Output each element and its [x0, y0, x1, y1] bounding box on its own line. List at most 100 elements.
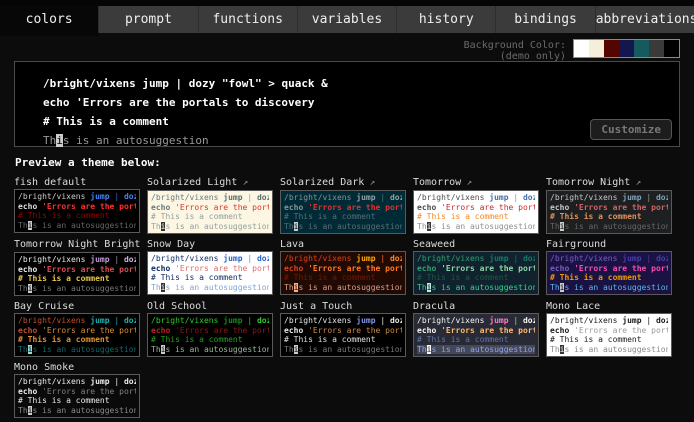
preview-echo-line: echo 'Errors are the portals to discover…	[18, 265, 136, 275]
preview-command-line: /bright/vixens jump | dozy "fowl" > quac…	[550, 316, 668, 326]
preview-echo-line: echo 'Errors are the portals to discover…	[284, 264, 402, 274]
theme-card-mono-lace[interactable]: Mono Lace/bright/vixens jump | dozy "fow…	[546, 300, 672, 357]
preview-command-line: /bright/vixens jump | dozy "fowl" > quac…	[151, 193, 269, 203]
theme-preview: /bright/vixens jump | dozy "fowl" > quac…	[280, 251, 406, 295]
preview-autosuggestion-line: This is an autosuggestion	[151, 222, 269, 232]
preview-autosuggestion-line: This is an autosuggestion	[284, 222, 402, 232]
theme-card-tomorrow-night[interactable]: Tomorrow Night ↗ /bright/vixens jump | do…	[546, 176, 672, 234]
preview-comment-line: # This is a comment	[417, 273, 535, 283]
external-link-icon[interactable]: ↗	[630, 178, 641, 188]
preview-command-line: /bright/vixens jump | dozy "fowl" > quac…	[151, 316, 269, 326]
preview-autosuggestion-line: This is an autosuggestion	[18, 284, 136, 294]
preview-echo-line: echo 'Errors are the portals to discover…	[151, 203, 269, 213]
sample-comment-line: # This is a comment	[43, 112, 679, 131]
theme-title: Snow Day	[147, 238, 273, 251]
background-swatch-charcoal[interactable]	[649, 40, 664, 57]
theme-title: Dracula	[413, 300, 539, 313]
theme-card-tomorrow[interactable]: Tomorrow ↗ /bright/vixens jump | dozy "fo…	[413, 176, 539, 234]
preview-echo-line: echo 'Errors are the portals to discover…	[18, 387, 136, 397]
preview-comment-line: # This is a comment	[417, 212, 535, 222]
preview-echo-line: echo 'Errors are the portals to discover…	[18, 326, 136, 336]
preview-echo-line: echo 'Errors are the portals to discover…	[18, 202, 136, 212]
preview-autosuggestion-line: This is an autosuggestion	[284, 283, 402, 293]
tab-functions[interactable]: functions	[199, 6, 298, 33]
theme-title: Just a Touch	[280, 300, 406, 313]
preview-echo-line: echo 'Errors are the portals to discover…	[550, 264, 668, 274]
preview-comment-line: # This is a comment	[18, 396, 136, 406]
preview-command-line: /bright/vixens jump | dozy "fowl" > quac…	[550, 193, 668, 203]
theme-card-solarized-light[interactable]: Solarized Light ↗/bright/vixens jump | d…	[147, 176, 273, 234]
theme-preview: /bright/vixens jump | dozy "fowl" > quac…	[14, 252, 140, 296]
theme-card-old-school[interactable]: Old School/bright/vixens jump | dozy "fo…	[147, 300, 273, 357]
theme-card-just-a-touch[interactable]: Just a Touch/bright/vixens jump | dozy "…	[280, 300, 406, 357]
tab-prompt[interactable]: prompt	[99, 6, 198, 33]
background-swatch-white[interactable]	[574, 40, 589, 57]
theme-title: Tomorrow Night ↗	[546, 176, 672, 190]
tab-variables[interactable]: variables	[298, 6, 397, 33]
theme-card-bay-cruise[interactable]: Bay Cruise/bright/vixens jump | dozy "fo…	[14, 300, 140, 357]
text-cursor: i	[56, 134, 63, 147]
background-swatch-black[interactable]	[664, 40, 679, 57]
preview-comment-line: # This is a comment	[284, 273, 402, 283]
preview-command-line: /bright/vixens jump | dozy "fowl" > quac…	[284, 254, 402, 264]
preview-autosuggestion-line: This is an autosuggestion	[151, 283, 269, 293]
theme-card-mono-smoke[interactable]: Mono Smoke/bright/vixens jump | dozy "fo…	[14, 361, 140, 418]
theme-preview: /bright/vixens jump | dozy "fowl" > quac…	[147, 190, 273, 234]
theme-card-dracula[interactable]: Dracula/bright/vixens jump | dozy "fowl"…	[413, 300, 539, 357]
theme-preview: /bright/vixens jump | dozy "fowl" > quac…	[413, 251, 539, 295]
theme-card-seaweed[interactable]: Seaweed/bright/vixens jump | dozy "fowl"…	[413, 238, 539, 296]
background-color-label: Background Color: (demo only)	[464, 39, 566, 62]
preview-echo-line: echo 'Errors are the portals to discover…	[151, 326, 269, 336]
theme-card-solarized-dark[interactable]: Solarized Dark ↗ /bright/vixens jump | do…	[280, 176, 406, 234]
theme-card-fish-default[interactable]: fish default/bright/vixens jump | dozy "…	[14, 176, 140, 234]
external-link-icon[interactable]: ↗	[364, 178, 375, 188]
colors-panel: Background Color: (demo only) /bright/vi…	[0, 33, 694, 422]
preview-comment-line: # This is a comment	[18, 274, 136, 284]
tab-bindings[interactable]: bindings	[496, 6, 595, 33]
external-link-icon[interactable]: ↗	[461, 178, 472, 188]
preview-command-line: /bright/vixens jump | dozy "fowl" > quac…	[18, 316, 136, 326]
preview-comment-line: # This is a comment	[18, 211, 136, 221]
tab-abbreviations[interactable]: abbreviations	[596, 6, 694, 33]
background-swatch-cream[interactable]	[589, 40, 604, 57]
theme-title: Mono Smoke	[14, 361, 140, 374]
theme-card-tomorrow-night-bright[interactable]: Tomorrow Night Bright ↗/bright/vixens ju…	[14, 238, 140, 296]
customize-button[interactable]: Customize	[590, 119, 672, 140]
external-link-icon[interactable]: ↗	[237, 178, 248, 188]
tab-colors[interactable]: colors	[0, 6, 99, 33]
preview-comment-line: # This is a comment	[284, 212, 402, 222]
theme-preview: /bright/vixens jump | dozy "fowl" > quac…	[14, 189, 140, 233]
background-swatch-teal[interactable]	[634, 40, 649, 57]
preview-command-line: /bright/vixens jump | dozy "fowl" > quac…	[417, 193, 535, 203]
theme-title: fish default	[14, 176, 140, 189]
theme-card-lava[interactable]: Lava/bright/vixens jump | dozy "fowl" > …	[280, 238, 406, 296]
theme-preview: /bright/vixens jump | dozy "fowl" > quac…	[413, 190, 539, 234]
theme-preview: /bright/vixens jump | dozy "fowl" > quac…	[14, 374, 140, 418]
theme-title: Solarized Dark ↗	[280, 176, 406, 190]
preview-echo-line: echo 'Errors are the portals to discover…	[417, 203, 535, 213]
theme-preview: /bright/vixens jump | dozy "fowl" > quac…	[280, 313, 406, 357]
preview-autosuggestion-line: This is an autosuggestion	[18, 345, 136, 355]
preview-comment-line: # This is a comment	[151, 212, 269, 222]
theme-title: Tomorrow ↗	[413, 176, 539, 190]
preview-command-line: /bright/vixens jump | dozy "fowl" > quac…	[417, 254, 535, 264]
preview-command-line: /bright/vixens jump | dozy "fowl" > quac…	[151, 254, 269, 264]
preview-echo-line: echo 'Errors are the portals to discover…	[417, 264, 535, 274]
theme-preview: /bright/vixens jump | dozy "fowl" > quac…	[14, 313, 140, 357]
tab-history[interactable]: history	[397, 6, 496, 33]
preview-autosuggestion-line: This is an autosuggestion	[550, 283, 668, 293]
background-swatch-navy[interactable]	[619, 40, 634, 57]
tab-bar: colors prompt functions variables histor…	[0, 6, 694, 33]
theme-card-snow-day[interactable]: Snow Day/bright/vixens jump | dozy "fowl…	[147, 238, 273, 296]
preview-autosuggestion-line: This is an autosuggestion	[550, 345, 668, 355]
preview-echo-line: echo 'Errors are the portals to discover…	[284, 326, 402, 336]
preview-comment-line: # This is a comment	[417, 335, 535, 345]
theme-title: Lava	[280, 238, 406, 251]
theme-card-fairground[interactable]: Fairground/bright/vixens jump | dozy "fo…	[546, 238, 672, 296]
background-swatch-dark-red[interactable]	[604, 40, 619, 57]
preview-command-line: /bright/vixens jump | dozy "fowl" > quac…	[284, 193, 402, 203]
theme-preview: /bright/vixens jump | dozy "fowl" > quac…	[546, 313, 672, 357]
preview-command-line: /bright/vixens jump | dozy "fowl" > quac…	[417, 316, 535, 326]
theme-title: Tomorrow Night Bright ↗	[14, 238, 140, 252]
theme-preview: /bright/vixens jump | dozy "fowl" > quac…	[147, 251, 273, 295]
